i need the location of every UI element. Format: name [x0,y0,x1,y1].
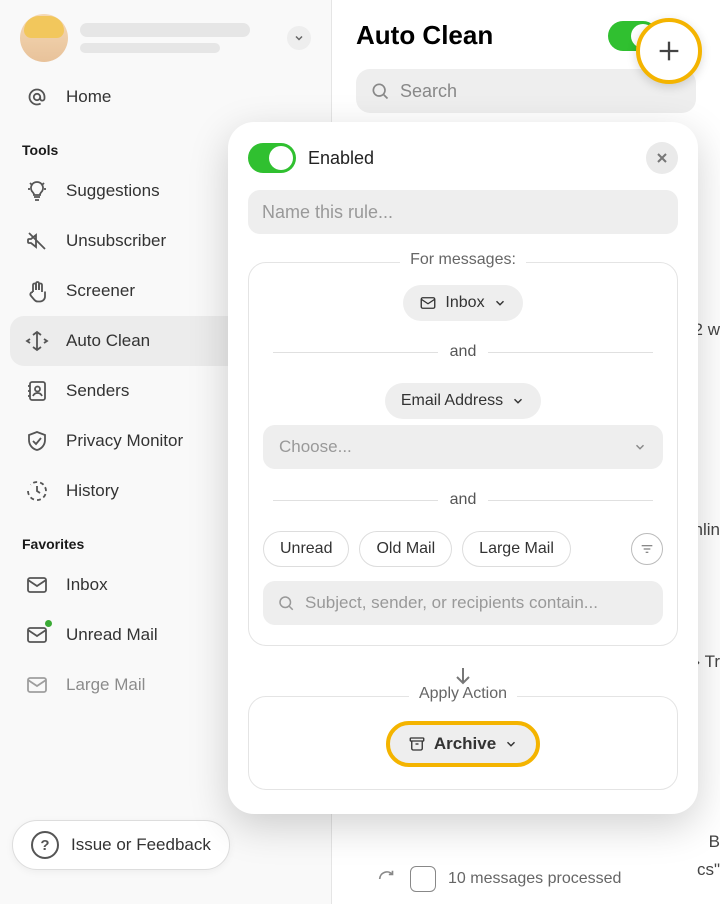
nav-home[interactable]: Home [10,72,321,122]
shield-icon [24,428,50,454]
folder-selector[interactable]: Inbox [403,285,522,321]
apply-action-label: Apply Action [409,685,517,703]
mail-dot-icon [24,622,50,648]
refresh-icon [376,868,398,890]
nav-label: Senders [66,381,129,401]
chevron-down-icon [493,296,507,310]
for-messages-label: For messages: [400,251,526,269]
subject-search-input[interactable]: Subject, sender, or recipients contain..… [263,581,663,625]
lightbulb-icon [24,178,50,204]
conditions-frame: For messages: Inbox and Email Address Ch… [248,262,678,646]
nav-label: Unread Mail [66,625,158,645]
choose-placeholder: Choose... [279,437,352,457]
filter-icon [639,541,655,557]
search-input[interactable]: Search [356,69,696,113]
cutoff-text: B [709,832,720,852]
subject-placeholder: Subject, sender, or recipients contain..… [305,593,598,613]
enabled-label: Enabled [308,148,634,169]
and-label: and [450,491,477,509]
condition-type-label: Email Address [401,392,503,410]
action-frame: Apply Action Archive [248,696,678,790]
at-icon [24,84,50,110]
cutoff-text: › Tr [695,652,720,672]
cutoff-text: cs" [697,860,720,880]
filter-old[interactable]: Old Mail [359,531,452,567]
search-placeholder: Search [400,81,457,102]
search-icon [370,81,390,101]
large-mail-icon [24,672,50,698]
processed-text: 10 messages processed [448,870,621,888]
avatar [20,14,68,62]
search-icon [277,594,295,612]
inbox-icon [419,294,437,312]
account-switcher[interactable] [0,0,331,72]
rule-editor-modal: Enabled Name this rule... For messages: … [228,122,698,814]
nav-label: History [66,481,119,501]
action-label: Archive [434,734,496,754]
nav-label: Privacy Monitor [66,431,183,451]
more-filters-button[interactable] [631,533,663,565]
nav-label: Screener [66,281,135,301]
add-rule-button[interactable] [636,18,702,84]
close-icon [654,150,670,166]
close-button[interactable] [646,142,678,174]
nav-label: Home [66,87,111,107]
filter-large[interactable]: Large Mail [462,531,571,567]
question-icon: ? [31,831,59,859]
megaphone-off-icon [24,228,50,254]
nav-label: Inbox [66,575,108,595]
page-title: Auto Clean [356,20,594,51]
account-name [80,23,275,53]
processed-footer: 10 messages processed [376,866,621,892]
chevron-down-icon [511,394,525,408]
nav-label: Auto Clean [66,331,150,351]
email-choose-select[interactable]: Choose... [263,425,663,469]
archive-icon [410,866,436,892]
feedback-label: Issue or Feedback [71,835,211,855]
chevron-down-icon [504,737,518,751]
and-label: and [450,343,477,361]
rule-enabled-toggle[interactable] [248,143,296,173]
archive-icon [408,735,426,753]
hand-icon [24,278,50,304]
nav-label: Unsubscriber [66,231,166,251]
condition-type-selector[interactable]: Email Address [385,383,541,419]
history-icon [24,478,50,504]
chevron-down-icon [633,440,647,454]
contacts-icon [24,378,50,404]
folder-label: Inbox [445,294,484,312]
nav-label: Suggestions [66,181,160,201]
action-selector[interactable]: Archive [386,721,540,767]
feedback-button[interactable]: ? Issue or Feedback [12,820,230,870]
rule-name-input[interactable]: Name this rule... [248,190,678,234]
filter-unread[interactable]: Unread [263,531,349,567]
chevron-down-icon[interactable] [287,26,311,50]
nav-label: Large Mail [66,675,145,695]
rule-name-placeholder: Name this rule... [262,202,393,223]
arrows-icon [24,328,50,354]
inbox-icon [24,572,50,598]
